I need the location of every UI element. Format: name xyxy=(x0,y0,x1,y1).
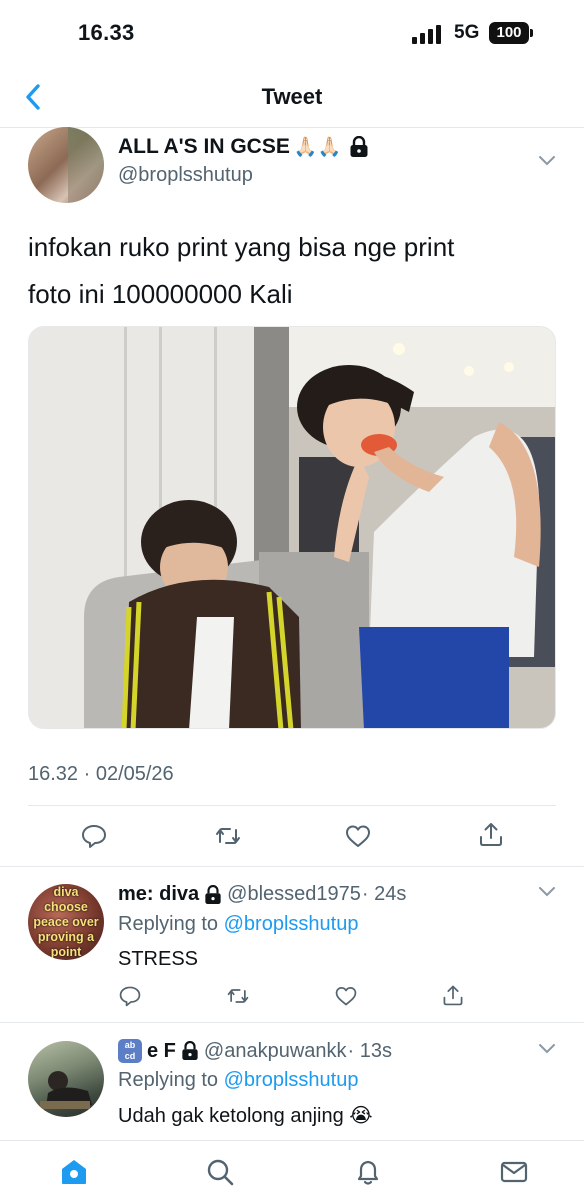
status-bar: 16.33 5G 100 xyxy=(0,0,584,68)
author-avatar[interactable] xyxy=(28,127,104,203)
reply-icon[interactable] xyxy=(80,822,108,850)
page-title: Tweet xyxy=(261,84,323,109)
mail-icon[interactable] xyxy=(499,1157,529,1187)
reply-time: · 24s xyxy=(361,883,407,905)
reply-display-name: e F xyxy=(147,1039,176,1062)
retweet-icon[interactable] xyxy=(214,822,242,850)
avatar-text-line: diva xyxy=(53,884,79,899)
avatar-text-line: choose xyxy=(44,899,88,914)
reply-display-name: me: diva xyxy=(118,883,200,905)
tweet-photo[interactable] xyxy=(28,326,556,729)
chevron-down-icon[interactable] xyxy=(538,1043,556,1055)
replying-prefix: Replying to xyxy=(118,913,224,935)
reply-icon[interactable] xyxy=(118,984,142,1008)
author-display-name: ALL A'S IN GCSE xyxy=(118,135,290,158)
battery-icon: 100 xyxy=(489,22,529,44)
like-icon[interactable] xyxy=(334,984,358,1008)
avatar-text-line: proving a xyxy=(37,929,95,944)
abcd-emoji-icon: ab cd xyxy=(118,1039,142,1063)
reply-time: · 13s xyxy=(347,1039,392,1062)
lock-icon xyxy=(205,884,221,904)
battery-tip xyxy=(530,29,533,37)
bell-icon[interactable] xyxy=(353,1157,383,1187)
author-name-emoji: 🙏🏻🙏🏻 xyxy=(293,137,342,158)
reply-name-row[interactable]: ab cd e F @anakpuwankk · 13s xyxy=(118,1039,392,1063)
tweet-timestamp: 16.32 · 02/05/26 xyxy=(28,763,174,785)
search-icon[interactable] xyxy=(205,1157,235,1187)
reply-avatar[interactable]: diva choose peace over proving a point xyxy=(28,884,104,960)
reply-text: STRESS xyxy=(118,948,199,970)
divider xyxy=(0,866,584,867)
replying-to: Replying to @broplsshutup xyxy=(118,1069,358,1092)
reply-handle: @anakpuwankk xyxy=(203,1039,347,1062)
share-icon[interactable] xyxy=(477,820,505,848)
divider xyxy=(0,1022,584,1023)
replying-to-link[interactable]: @broplsshutup xyxy=(224,913,359,935)
author-name-row[interactable]: ALL A'S IN GCSE 🙏🏻🙏🏻 xyxy=(118,135,369,159)
like-icon[interactable] xyxy=(344,822,372,850)
tweet-text: infokan ruko print yang bisa nge print f… xyxy=(28,224,568,318)
lock-icon xyxy=(182,1041,198,1060)
reply-handle: @blessed1975 xyxy=(227,883,361,905)
chevron-down-icon[interactable] xyxy=(538,155,556,167)
replying-to: Replying to @broplsshutup xyxy=(118,913,358,936)
share-icon[interactable] xyxy=(441,983,465,1007)
reply-text: Udah gak ketolong anjing 😭 xyxy=(118,1105,373,1127)
replying-to-link[interactable]: @broplsshutup xyxy=(224,1069,359,1091)
chevron-down-icon[interactable] xyxy=(538,886,556,898)
reply-avatar[interactable] xyxy=(28,1041,104,1117)
bottom-tab-bar xyxy=(0,1140,584,1200)
author-handle[interactable]: @broplsshutup xyxy=(118,164,253,187)
signal-icon xyxy=(412,25,441,44)
status-time: 16.33 xyxy=(78,20,135,45)
avatar-text-line: point xyxy=(50,944,82,959)
avatar-illustration xyxy=(40,1071,92,1109)
tweet-text-line-2: foto ini 100000000 Kali xyxy=(28,279,293,309)
reply-name-row[interactable]: me: diva @blessed1975 · 24s xyxy=(118,883,406,906)
retweet-icon[interactable] xyxy=(226,984,250,1008)
avatar-text-line: peace over xyxy=(33,914,99,929)
avatar-text: diva choose peace over proving a point xyxy=(28,884,104,960)
photo-illustration xyxy=(29,327,555,728)
lock-icon xyxy=(350,136,368,157)
tweet-text-line-1: infokan ruko print yang bisa nge print xyxy=(28,232,455,262)
network-type: 5G xyxy=(454,22,480,43)
replying-prefix: Replying to xyxy=(118,1069,224,1091)
divider xyxy=(28,805,556,806)
home-icon[interactable] xyxy=(59,1157,89,1187)
top-nav: Tweet xyxy=(0,68,584,128)
